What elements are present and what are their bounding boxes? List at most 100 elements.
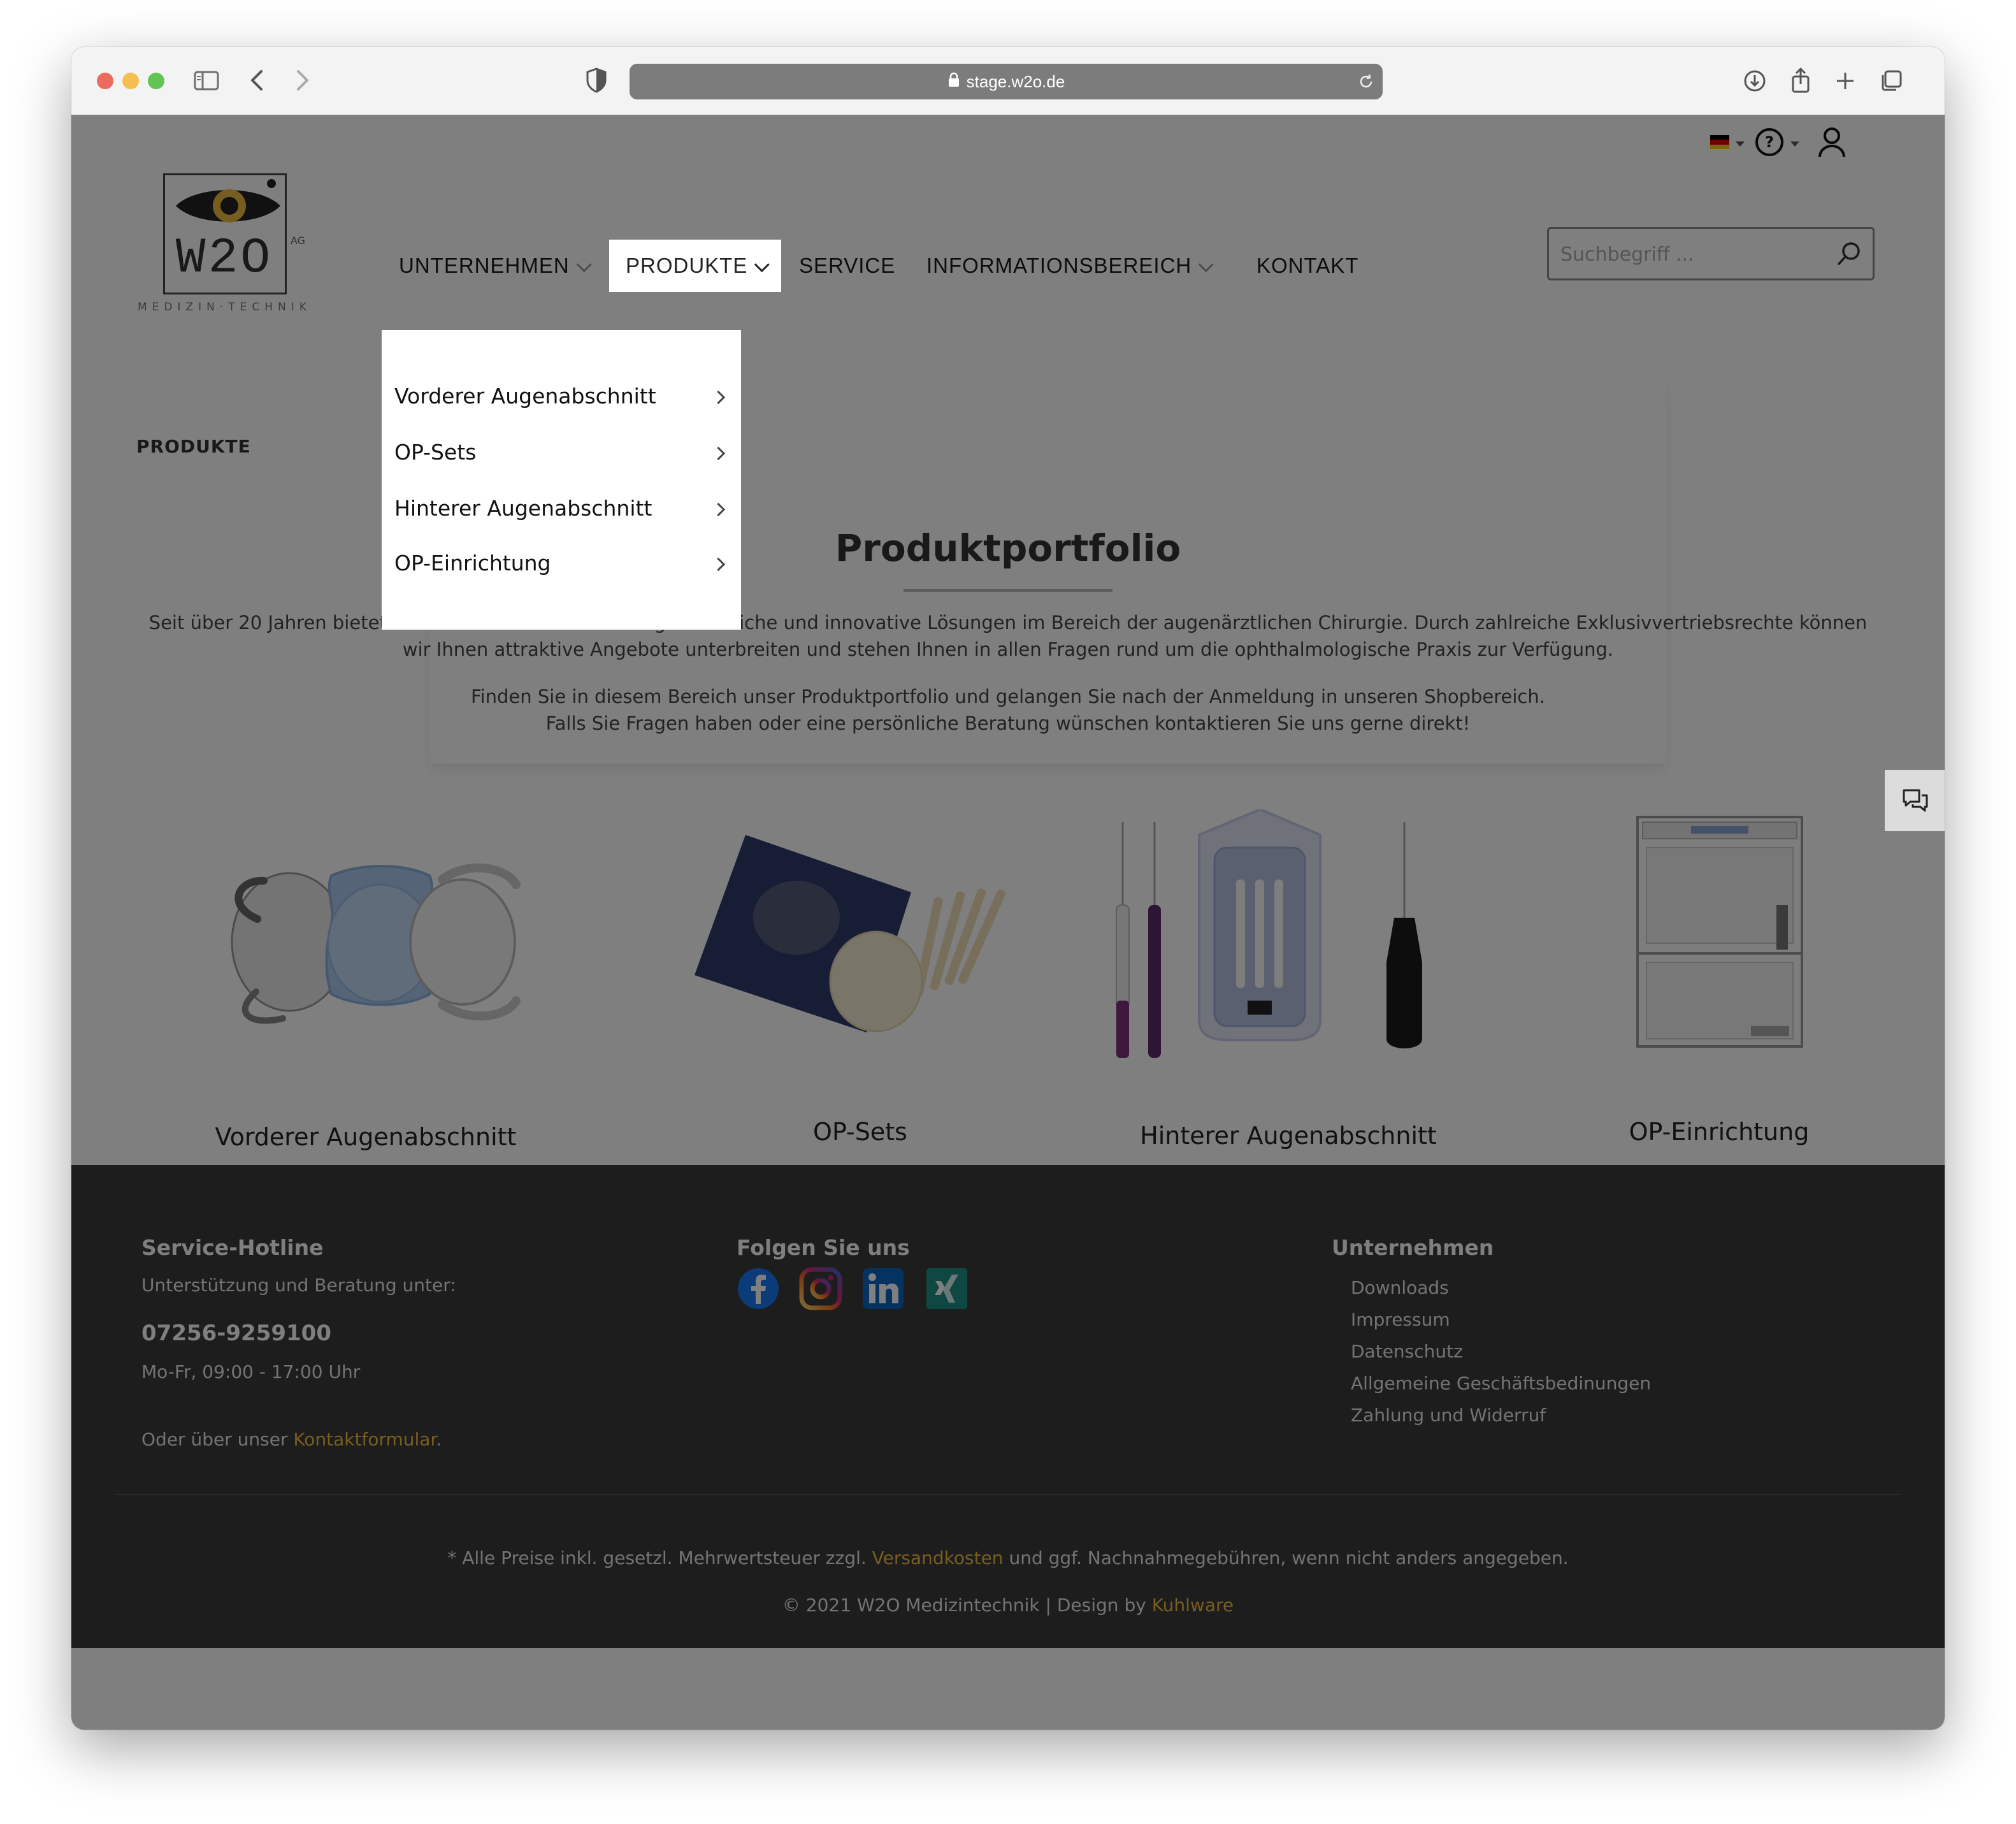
browser-toolbar: stage.w2o.de	[71, 47, 1945, 116]
footer-link-impressum[interactable]: Impressum	[1351, 1309, 1450, 1330]
designer-link[interactable]: Kuhlware	[1152, 1595, 1234, 1616]
intro-line: Falls Sie Fragen haben oder eine persönl…	[545, 713, 1471, 734]
xing-icon[interactable]	[925, 1267, 968, 1310]
product-tile-op-sets[interactable]: OP-Sets	[669, 809, 1051, 1166]
reload-icon[interactable]	[1356, 71, 1376, 92]
eye-logo-icon	[176, 179, 280, 222]
flag-de-icon[interactable]	[1710, 135, 1729, 149]
copyright: © 2021 W2O Medizintechnik | Design by Ku…	[71, 1595, 1945, 1616]
nav-label: SERVICE	[799, 254, 896, 277]
contact-suffix: .	[436, 1429, 442, 1450]
close-window-button[interactable]	[97, 73, 113, 89]
help-caret-icon[interactable]	[1790, 141, 1799, 147]
breadcrumb[interactable]: PRODUKTE	[136, 436, 251, 457]
chevron-right-icon	[711, 446, 726, 461]
nav-unternehmen[interactable]: UNTERNEHMEN	[399, 240, 592, 292]
op-set-image	[695, 835, 1006, 1032]
logo-suffix: AG	[291, 235, 306, 247]
prices-suffix: und ggf. Nachnahmegebühren, wenn nicht a…	[1003, 1547, 1569, 1568]
feedback-button[interactable]	[1885, 770, 1945, 831]
sidebar-icon[interactable]	[191, 65, 222, 96]
browser-window: stage.w2o.de ? W2O AG MEDIZIN·TECHNIK UN…	[71, 47, 1945, 1730]
product-label: OP-Einrichtung	[1629, 1118, 1810, 1146]
nav-kontakt[interactable]: KONTAKT	[1256, 240, 1358, 292]
intro-line: Finden Sie in diesem Bereich unser Produ…	[471, 686, 1545, 707]
contact-form-link[interactable]: Kontaktformular	[293, 1429, 436, 1450]
product-label: OP-Sets	[813, 1118, 907, 1146]
company-logo[interactable]: W2O AG MEDIZIN·TECHNIK	[138, 173, 310, 320]
product-label: Vorderer Augenabschnitt	[215, 1123, 517, 1151]
contact-line: Oder über unser Kontaktformular.	[141, 1429, 442, 1450]
facebook-icon[interactable]	[737, 1267, 780, 1310]
download-icon[interactable]	[1739, 65, 1770, 96]
dropdown-item-label: Vorderer Augenabschnitt	[394, 384, 656, 409]
shipping-costs-link[interactable]: Versandkosten	[872, 1547, 1004, 1568]
page-title: Produktportfolio	[835, 526, 1181, 570]
zoom-window-button[interactable]	[148, 73, 164, 89]
product-tile-vorderer-augenabschnitt[interactable]: Vorderer Augenabschnitt	[175, 809, 557, 1166]
help-icon[interactable]: ?	[1753, 126, 1785, 158]
prices-notice: * Alle Preise inkl. gesetzl. Mehrwertste…	[71, 1547, 1945, 1568]
footer-link-downloads[interactable]: Downloads	[1351, 1277, 1449, 1298]
svg-text:?: ?	[1765, 133, 1774, 151]
user-icon[interactable]	[1816, 125, 1848, 159]
washer-disinfector-image	[1636, 816, 1803, 1048]
company-heading: Unternehmen	[1332, 1235, 1494, 1260]
chevron-down-icon	[1198, 257, 1214, 273]
produkte-dropdown: Vorderer Augenabschnitt OP-Sets Hinterer…	[382, 330, 741, 630]
hotline-phone[interactable]: 07256-9259100	[141, 1321, 331, 1346]
instagram-icon[interactable]	[799, 1267, 842, 1310]
footer-link-datenschutz[interactable]: Datenschutz	[1351, 1341, 1463, 1362]
dropdown-item-label: OP-Einrichtung	[394, 551, 551, 575]
search-box	[1547, 227, 1875, 280]
dropdown-item-op-sets[interactable]: OP-Sets	[394, 427, 728, 478]
url-text: stage.w2o.de	[966, 71, 1065, 91]
dropdown-item-hinterer-augenabschnitt[interactable]: Hinterer Augenabschnitt	[394, 483, 728, 534]
chat-icon	[1903, 789, 1928, 812]
intro-paragraph-2: Finden Sie in diesem Bereich unser Produ…	[135, 683, 1881, 737]
footer-link-zahlung[interactable]: Zahlung und Widerruf	[1351, 1405, 1546, 1426]
nav-produkte[interactable]: PRODUKTE	[609, 240, 782, 292]
logo-tagline: MEDIZIN·TECHNIK	[138, 301, 312, 314]
product-tile-hinterer-augenabschnitt[interactable]: Hinterer Augenabschnitt	[1097, 809, 1480, 1166]
back-icon[interactable]	[242, 65, 273, 96]
dropdown-item-vorderer-augenabschnitt[interactable]: Vorderer Augenabschnitt	[394, 371, 728, 422]
share-icon[interactable]	[1785, 65, 1816, 96]
forward-icon[interactable]	[287, 65, 317, 96]
chevron-right-icon	[711, 502, 726, 517]
hotline-heading: Service-Hotline	[141, 1235, 324, 1260]
tabs-icon[interactable]	[1876, 65, 1906, 96]
dropdown-item-op-einrichtung[interactable]: OP-Einrichtung	[394, 538, 728, 589]
vitrectomy-instruments-image	[1116, 809, 1422, 1058]
nav-label: KONTAKT	[1256, 254, 1359, 277]
social-heading: Folgen Sie uns	[737, 1235, 910, 1260]
site-footer: Service-Hotline Unterstützung und Beratu…	[71, 1165, 1945, 1648]
nav-label: UNTERNEHMEN	[399, 254, 570, 277]
search-icon[interactable]	[1836, 240, 1862, 267]
chevron-down-icon	[754, 257, 770, 273]
hotline-subtitle: Unterstützung und Beratung unter:	[141, 1275, 456, 1296]
title-underline	[904, 589, 1112, 592]
footer-link-agb[interactable]: Allgemeine Geschäftsbedinungen	[1351, 1373, 1651, 1394]
hotline-hours: Mo-Fr, 09:00 - 17:00 Uhr	[141, 1361, 361, 1382]
language-caret-icon[interactable]	[1736, 141, 1745, 147]
dropdown-item-label: Hinterer Augenabschnitt	[394, 496, 652, 521]
nav-informationsbereich[interactable]: INFORMATIONSBEREICH	[926, 240, 1214, 292]
nav-service[interactable]: SERVICE	[799, 240, 895, 292]
page-viewport: ? W2O AG MEDIZIN·TECHNIK UNTERNEHMEN PRO…	[71, 115, 1945, 1730]
product-label: Hinterer Augenabschnitt	[1140, 1122, 1437, 1150]
linkedin-icon[interactable]	[861, 1267, 905, 1310]
plus-icon[interactable]	[1830, 65, 1861, 96]
prices-prefix: * Alle Preise inkl. gesetzl. Mehrwertste…	[447, 1547, 872, 1568]
chevron-right-icon	[711, 557, 726, 572]
nav-label: PRODUKTE	[626, 254, 748, 277]
lock-icon	[947, 72, 960, 92]
intraocular-lens-image	[231, 863, 521, 1024]
address-bar[interactable]: stage.w2o.de	[630, 64, 1383, 99]
shield-icon[interactable]	[581, 65, 612, 96]
minimize-window-button[interactable]	[122, 73, 139, 89]
product-tile-op-einrichtung[interactable]: OP-Einrichtung	[1528, 809, 1910, 1166]
search-input[interactable]	[1559, 229, 1829, 280]
nav-label: INFORMATIONSBEREICH	[926, 254, 1192, 277]
chevron-right-icon	[711, 390, 726, 405]
